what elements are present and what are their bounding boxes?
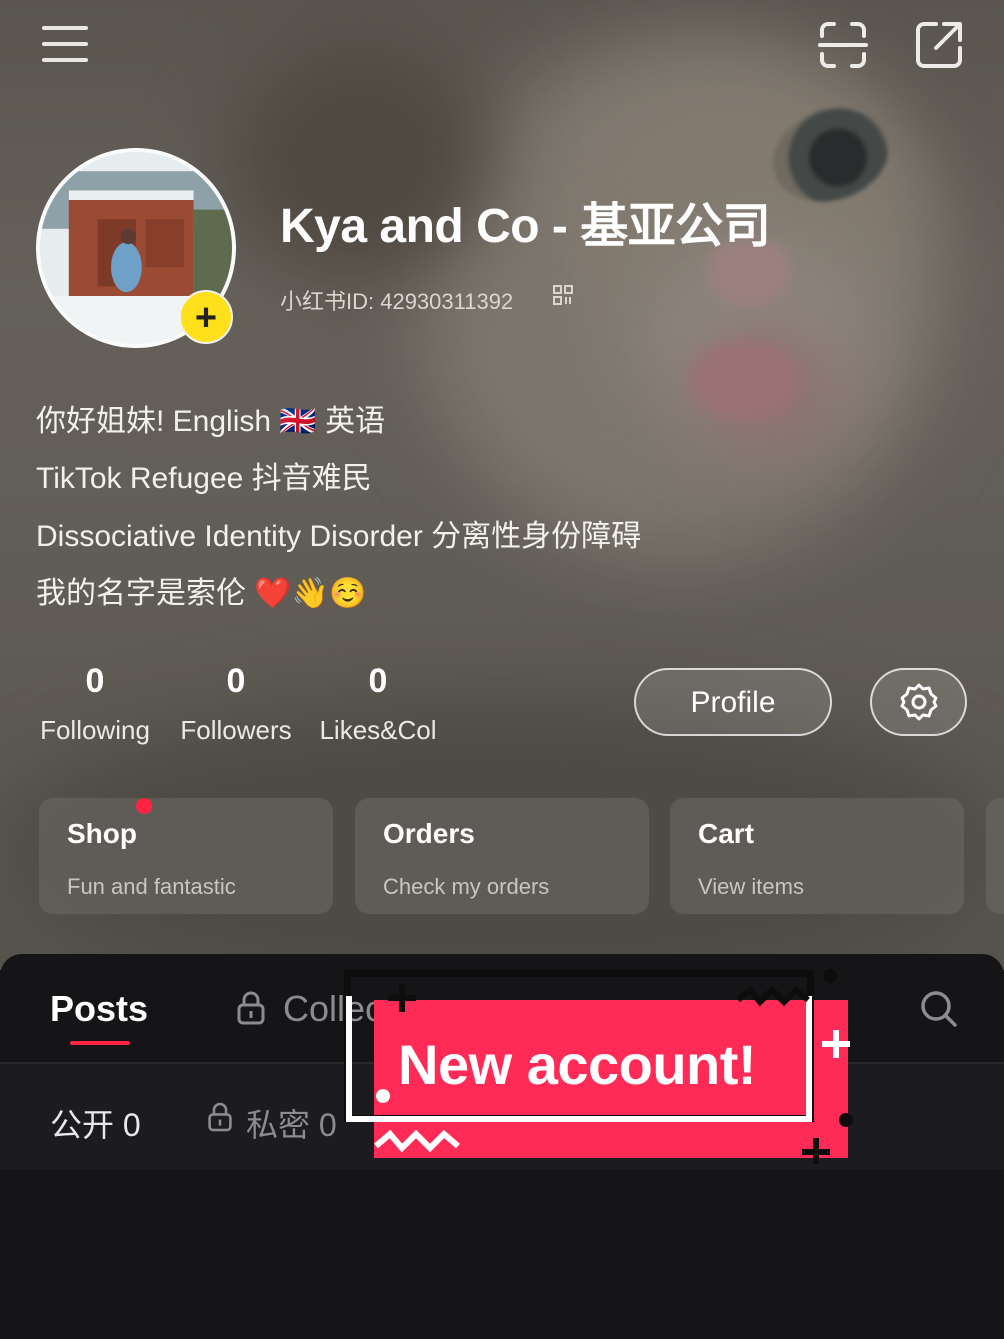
add-avatar-button[interactable]: + [179, 290, 233, 344]
search-icon[interactable] [920, 990, 958, 1028]
scan-icon[interactable] [818, 20, 868, 70]
user-id: 小红书ID: 42930311392 [280, 289, 514, 314]
filter-private[interactable]: 私密 0 [246, 1100, 337, 1146]
card-title: Shop [67, 818, 137, 849]
settings-button[interactable] [870, 668, 967, 736]
more-card[interactable] [986, 798, 1004, 914]
sticker-text: New account! [398, 1033, 757, 1096]
stat-label: Followers [180, 715, 292, 745]
stat-value: 0 [368, 662, 388, 700]
lock-icon [208, 1102, 232, 1132]
card-subtitle: Fun and fantastic [67, 874, 236, 899]
stat-followers[interactable]: 0 Followers [177, 662, 295, 746]
notification-dot [136, 798, 152, 814]
share-icon[interactable] [914, 20, 964, 70]
stat-value: 0 [85, 662, 105, 700]
shop-card[interactable]: Shop Fun and fantastic [39, 798, 333, 914]
stat-following[interactable]: 0 Following [36, 662, 154, 746]
bio-line-1: 你好姐妹! English 🇬🇧 英语 [36, 405, 386, 438]
profile-name: Kya and Co - 基亚公司 [280, 200, 771, 253]
bio-line-3: Dissociative Identity Disorder 分离性身份障碍 [36, 520, 642, 553]
lock-icon [237, 991, 265, 1025]
cart-card[interactable]: Cart View items [670, 798, 964, 914]
orders-card[interactable]: Orders Check my orders [355, 798, 649, 914]
edit-profile-button[interactable]: Profile [634, 668, 832, 736]
card-subtitle: Check my orders [383, 874, 550, 899]
card-subtitle: View items [698, 874, 804, 899]
stat-label: Likes&Col [319, 715, 437, 745]
qr-code-icon[interactable] [552, 284, 574, 306]
tab-posts[interactable]: Posts [50, 988, 148, 1030]
stat-likes-collects[interactable]: 0 Likes&Col [318, 662, 438, 746]
card-title: Cart [698, 818, 755, 849]
card-title: Orders [383, 818, 475, 849]
bio-line-2: TikTok Refugee 抖音难民 [36, 462, 372, 495]
stat-value: 0 [226, 662, 246, 700]
menu-icon[interactable] [42, 26, 88, 64]
filter-public[interactable]: 公开 0 [50, 1100, 141, 1146]
gear-icon [900, 683, 938, 721]
active-tab-indicator [70, 1041, 130, 1045]
new-account-sticker: New account! [340, 966, 860, 1166]
bio-line-4: 我的名字是索伦 ❤️👋☺️ [36, 577, 367, 610]
stat-label: Following [40, 715, 150, 745]
